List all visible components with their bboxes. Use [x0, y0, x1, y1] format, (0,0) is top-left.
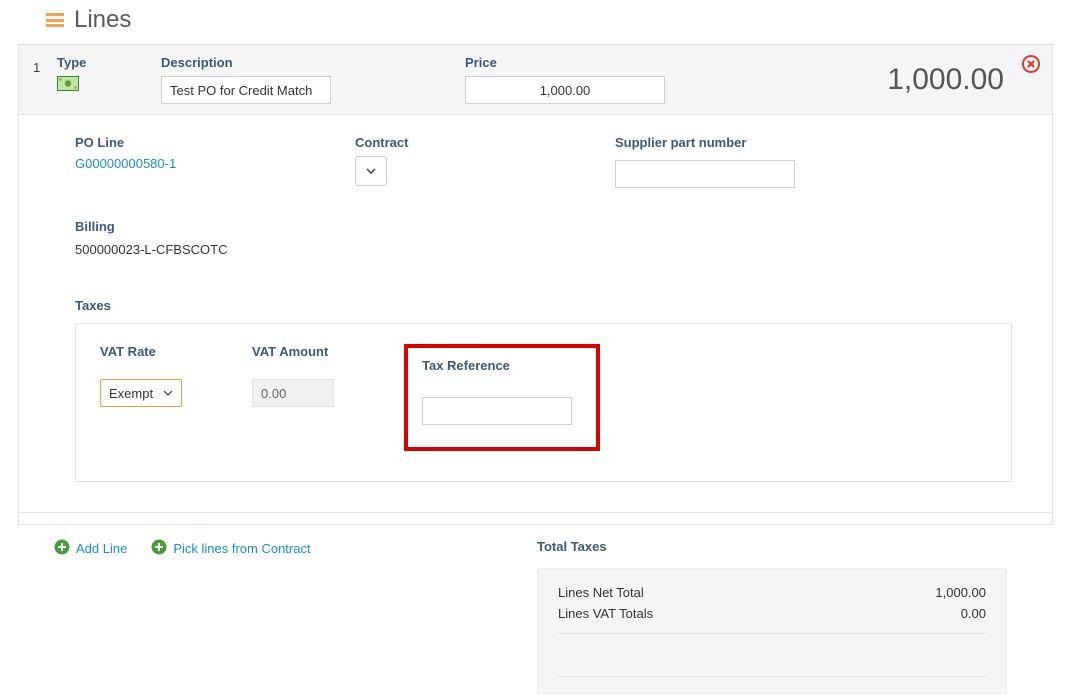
lines-net-total-value: 1,000.00 [935, 585, 986, 600]
vat-rate-label: VAT Rate [100, 344, 182, 359]
cash-icon [57, 76, 79, 91]
pick-lines-button[interactable]: Pick lines from Contract [151, 539, 310, 558]
delete-line-button[interactable] [1022, 55, 1040, 78]
type-label: Type [57, 55, 147, 70]
tax-reference-input[interactable] [422, 397, 572, 425]
lines-section-header: Lines [18, 0, 1053, 45]
taxes-label: Taxes [75, 298, 111, 313]
tax-reference-highlight: Tax Reference [404, 344, 600, 451]
lines-vat-totals-label: Lines VAT Totals [558, 606, 653, 621]
lines-panel-bottom [18, 513, 1053, 525]
billing-label: Billing [75, 219, 115, 234]
po-line-label: PO Line [75, 135, 275, 150]
price-label: Price [465, 55, 665, 70]
price-input[interactable] [465, 76, 665, 104]
supplier-part-label: Supplier part number [615, 135, 795, 150]
tax-reference-label: Tax Reference [422, 358, 582, 373]
chevron-down-icon [163, 388, 173, 398]
vat-rate-select[interactable]: Exempt [100, 379, 182, 407]
add-line-button[interactable]: Add Line [54, 539, 127, 558]
section-title: Lines [74, 6, 131, 34]
contract-label: Contract [355, 135, 535, 150]
invoice-line-row: 1 Type Description Price 1,000.00 [18, 45, 1053, 115]
lines-vat-totals-value: 0.00 [961, 606, 986, 621]
vat-amount-label: VAT Amount [252, 344, 334, 359]
description-input[interactable] [161, 76, 331, 104]
plus-icon [54, 539, 70, 558]
line-detail-panel: PO Line G00000000580-1 Contract Supplier… [18, 115, 1053, 513]
collapse-icon[interactable] [46, 13, 64, 27]
taxes-panel: VAT Rate Exempt VAT Amount 0.00 Tax Refe… [75, 323, 1012, 482]
lines-net-total-label: Lines Net Total [558, 585, 644, 600]
supplier-part-input[interactable] [615, 160, 795, 188]
contract-dropdown[interactable] [355, 156, 387, 186]
plus-icon [151, 539, 167, 558]
description-label: Description [161, 55, 451, 70]
vat-rate-value: Exempt [109, 386, 153, 401]
line-number: 1 [33, 55, 43, 75]
totals-panel: Total Taxes Lines Net Total 1,000.00 Lin… [537, 539, 1007, 694]
vat-amount-value: 0.00 [252, 379, 334, 407]
pick-lines-label: Pick lines from Contract [173, 541, 310, 556]
billing-value: 500000023-L-CFBSCOTC [75, 242, 1012, 257]
total-taxes-title: Total Taxes [537, 539, 1007, 554]
line-total: 1,000.00 [887, 63, 1004, 97]
add-line-label: Add Line [76, 541, 127, 556]
po-line-link[interactable]: G00000000580-1 [75, 156, 275, 171]
